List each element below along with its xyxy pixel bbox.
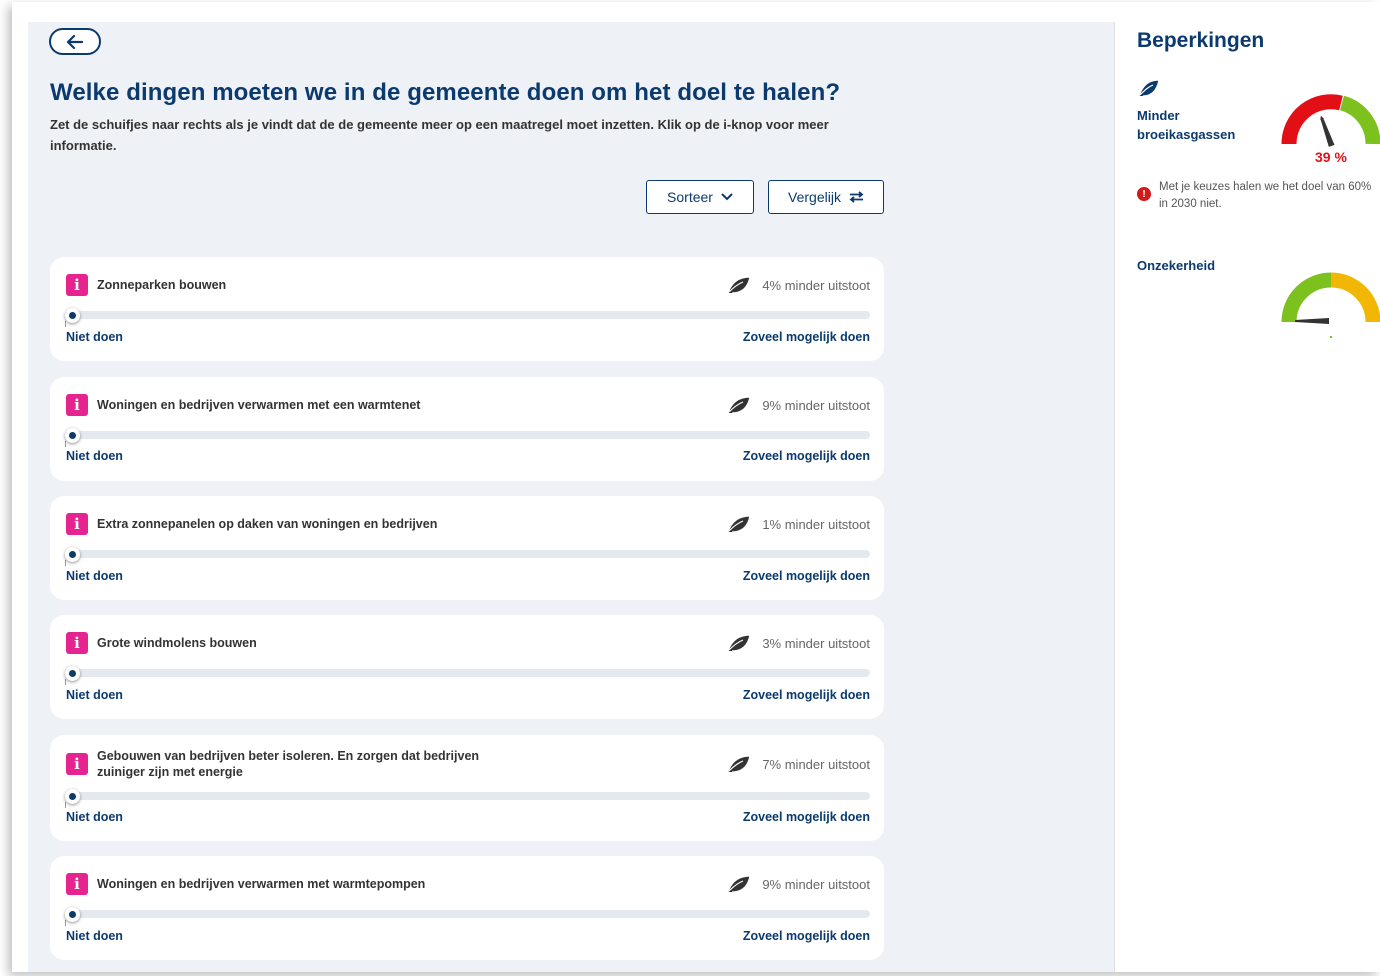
measure-card: i Grote windmolens bouwen 3% minder uits… <box>50 615 884 719</box>
gauge-green-segment <box>1281 272 1332 323</box>
slider-min-label: Niet doen <box>66 810 123 824</box>
uncertainty-gauge <box>1281 272 1380 338</box>
measure-card: i Extra zonnepanelen op daken van woning… <box>50 496 884 600</box>
info-icon[interactable]: i <box>66 632 88 654</box>
slider-max-label: Zoveel mogelijk doen <box>742 810 870 824</box>
measure-label: Zonneparken bouwen <box>97 278 227 292</box>
sort-button[interactable]: Sorteer <box>646 180 754 214</box>
slider-min-label: Niet doen <box>66 449 123 463</box>
impact-text: 9% minder uitstoot <box>762 397 870 413</box>
constraints-panel: Beperkingen Minder broeikasgassen 39 % !… <box>1114 22 1380 972</box>
info-icon[interactable]: i <box>66 274 88 296</box>
gauge-green-segment <box>1339 95 1380 145</box>
gauge-red-segment <box>1281 94 1343 145</box>
slider-thumb[interactable] <box>65 547 80 562</box>
measure-label: Grote windmolens bouwen <box>97 636 257 650</box>
info-icon[interactable]: i <box>66 513 88 535</box>
slider-thumb[interactable] <box>65 789 80 804</box>
slider-track[interactable] <box>66 431 870 439</box>
measure-label: Woningen en bedrijven verwarmen met een … <box>97 398 421 412</box>
chevron-down-icon <box>721 193 733 201</box>
measure-label: Extra zonnepanelen op daken van woningen… <box>97 517 438 531</box>
sort-button-label: Sorteer <box>667 189 713 205</box>
arrow-left-icon <box>67 34 83 49</box>
sidebar-title: Beperkingen <box>1137 29 1265 52</box>
slider-thumb[interactable] <box>65 308 80 323</box>
slider-thumb[interactable] <box>65 428 80 443</box>
emissions-label: Minder broeikasgassen <box>1137 106 1235 144</box>
slider-max-label: Zoveel mogelijk doen <box>742 569 870 583</box>
slider-max-label: Zoveel mogelijk doen <box>742 929 870 943</box>
main-panel: Welke dingen moeten we in de gemeente do… <box>28 22 1114 972</box>
gauge-yellow-segment <box>1330 272 1380 323</box>
leaf-icon <box>727 755 752 773</box>
slider-min-label: Niet doen <box>66 569 123 583</box>
slider-min-label: Niet doen <box>66 330 123 344</box>
impact-text: 7% minder uitstoot <box>762 756 870 772</box>
impact-text: 4% minder uitstoot <box>762 277 870 293</box>
gauge-needle <box>1320 115 1335 147</box>
leaf-icon <box>727 634 752 652</box>
measure-card: i Woningen en bedrijven verwarmen met wa… <box>50 856 884 960</box>
emissions-percentage: 39 % <box>1315 149 1347 165</box>
measure-card: i Woningen en bedrijven verwarmen met ee… <box>50 377 884 481</box>
impact-indicator: 9% minder uitstoot <box>726 874 870 894</box>
impact-text: 3% minder uitstoot <box>762 635 870 651</box>
impact-text: 1% minder uitstoot <box>762 516 870 532</box>
page-title: Welke dingen moeten we in de gemeente do… <box>50 79 841 106</box>
slider-track[interactable] <box>66 792 870 800</box>
emissions-label-line2: broeikasgassen <box>1137 127 1236 142</box>
leaf-icon <box>727 875 752 893</box>
leaf-icon <box>727 276 752 294</box>
info-icon[interactable]: i <box>66 753 88 775</box>
impact-indicator: 7% minder uitstoot <box>726 754 870 774</box>
measure-card: i Gebouwen van bedrijven beter isoleren.… <box>50 735 884 841</box>
slider-tick <box>65 321 66 327</box>
goal-warning: ! Met je keuzes halen we het doel van 60… <box>1137 179 1380 213</box>
slider-min-label: Niet doen <box>66 688 123 702</box>
slider-tick <box>65 679 66 685</box>
measure-label: Gebouwen van bedrijven beter isoleren. E… <box>97 749 480 779</box>
emissions-label-line1: Minder <box>1137 108 1180 123</box>
measure-card: i Zonneparken bouwen 4% minder uitstoot … <box>50 257 884 361</box>
slider-thumb[interactable] <box>65 907 80 922</box>
slider-tick <box>65 920 66 926</box>
slider-max-label: Zoveel mogelijk doen <box>742 330 870 344</box>
leaf-icon <box>727 396 752 414</box>
compare-button[interactable]: Vergelijk <box>768 180 884 214</box>
slider-track[interactable] <box>66 669 870 677</box>
impact-text: 9% minder uitstoot <box>762 876 870 892</box>
uncertainty-label: Onzekerheid <box>1137 258 1216 273</box>
warning-text: Met je keuzes halen we het doel van 60% … <box>1159 181 1372 210</box>
back-button[interactable] <box>49 28 101 55</box>
intro-text: Zet de schuifjes naar rechts als je vind… <box>50 117 829 153</box>
slider-track[interactable] <box>66 910 870 918</box>
impact-indicator: 4% minder uitstoot <box>726 275 870 295</box>
slider-min-label: Niet doen <box>66 929 123 943</box>
alert-icon: ! <box>1137 187 1151 201</box>
slider-thumb[interactable] <box>65 666 80 681</box>
slider-track[interactable] <box>66 311 870 319</box>
compare-button-label: Vergelijk <box>788 189 841 205</box>
measure-label: Woningen en bedrijven verwarmen met warm… <box>97 877 426 891</box>
emissions-gauge <box>1281 94 1380 147</box>
slider-max-label: Zoveel mogelijk doen <box>742 449 870 463</box>
leaf-icon <box>727 515 752 533</box>
impact-indicator: 9% minder uitstoot <box>726 395 870 415</box>
gauge-needle <box>1295 318 1329 324</box>
slider-max-label: Zoveel mogelijk doen <box>742 688 870 702</box>
info-icon[interactable]: i <box>66 873 88 895</box>
slider-tick <box>65 802 66 808</box>
leaf-icon <box>1138 79 1160 97</box>
swap-arrows-icon <box>849 191 864 203</box>
slider-tick <box>65 441 66 447</box>
slider-track[interactable] <box>66 550 870 558</box>
impact-indicator: 1% minder uitstoot <box>726 514 870 534</box>
slider-tick <box>65 560 66 566</box>
impact-indicator: 3% minder uitstoot <box>726 633 870 653</box>
gauge-marker <box>1330 336 1332 338</box>
info-icon[interactable]: i <box>66 394 88 416</box>
